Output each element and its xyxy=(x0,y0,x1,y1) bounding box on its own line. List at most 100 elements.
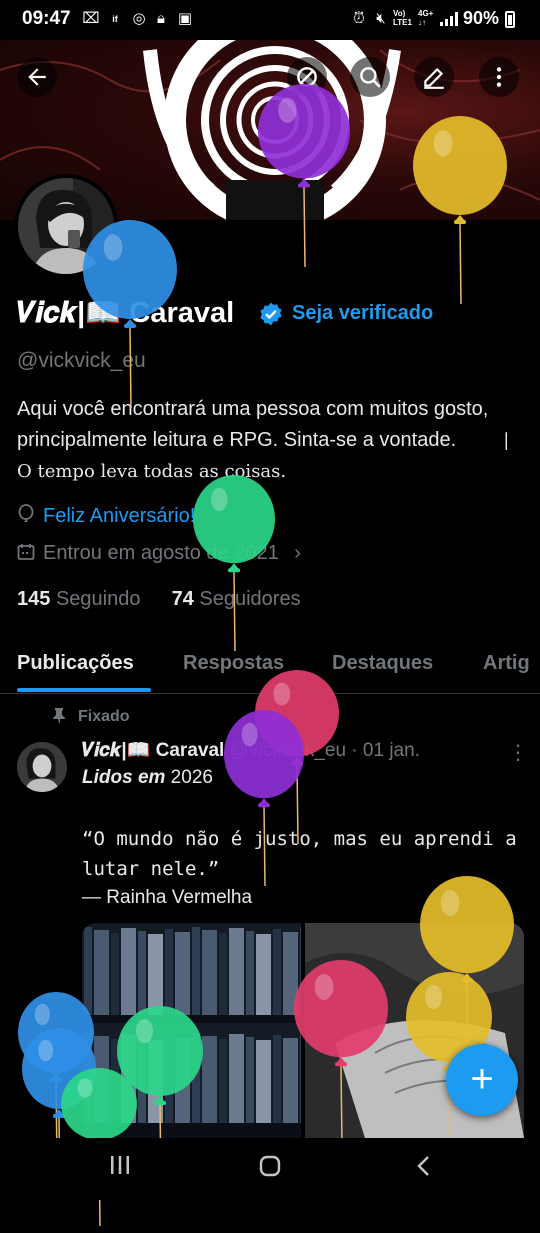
bio-text: Aqui você encontrará uma pessoa com muit… xyxy=(17,398,489,451)
following-link[interactable]: 145 Seguindo xyxy=(17,588,140,610)
get-verified-link[interactable]: Seja verificado xyxy=(292,302,433,325)
book-spine xyxy=(165,1035,173,1123)
follow-stats: 145 Seguindo 74 Seguidores xyxy=(17,588,301,611)
verified-badge-icon xyxy=(260,302,282,326)
book-spine xyxy=(229,1034,244,1123)
birthday-row[interactable]: Feliz Aniversário! xyxy=(17,504,195,528)
display-name: 𝑽𝒊𝒄𝒌|📖 Caraval xyxy=(17,297,235,329)
recent-apps-button[interactable] xyxy=(100,1154,140,1184)
android-nav-bar xyxy=(0,1138,540,1200)
book-spine xyxy=(219,1039,227,1123)
book-spine xyxy=(94,930,109,1015)
lock-icon: 🔒︎ xyxy=(157,10,165,27)
active-tab-indicator xyxy=(17,688,151,692)
back-button[interactable] xyxy=(17,57,57,97)
post-avatar-illustration xyxy=(17,742,67,792)
profile-handle: @vickvick_eu xyxy=(17,349,146,372)
book-spine xyxy=(121,1034,136,1123)
battery-percent: 90% xyxy=(463,8,500,28)
book-spine xyxy=(283,932,298,1015)
image-icon: ▣ xyxy=(177,10,193,27)
followers-label: Seguidores xyxy=(199,588,301,610)
block-button[interactable] xyxy=(287,57,327,97)
search-icon xyxy=(360,67,381,88)
book-spine xyxy=(175,932,190,1015)
tab-posts[interactable]: Publicações xyxy=(17,652,134,675)
network-type-indicator: 4G+ ↓↑ xyxy=(418,9,434,27)
profile-avatar[interactable] xyxy=(14,174,118,278)
tab-replies[interactable]: Respostas xyxy=(183,652,284,675)
home-icon xyxy=(259,1155,281,1177)
book-spine xyxy=(300,1033,301,1123)
tab-highlights[interactable]: Destaques xyxy=(332,652,433,675)
post-author-name[interactable]: 𝑽𝒊𝒄𝒌|📖 Caraval xyxy=(82,740,224,761)
book-spine xyxy=(246,931,254,1015)
book-spine xyxy=(148,1040,163,1123)
book-spine xyxy=(283,1038,298,1123)
back-icon xyxy=(417,1156,429,1176)
balloon-icon xyxy=(18,504,34,522)
post-header: 𝑽𝒊𝒄𝒌|📖 Caraval @vickvick_eu · 01 jan. xyxy=(82,738,420,762)
home-button[interactable] xyxy=(250,1154,290,1184)
book-spine xyxy=(165,929,173,1015)
tab-articles[interactable]: Artig xyxy=(483,652,530,675)
compose-post-button[interactable]: + xyxy=(446,1044,518,1116)
book-spine xyxy=(175,1038,190,1123)
arrow-left-icon xyxy=(28,68,46,86)
status-time: 09:47 xyxy=(22,8,71,29)
book-spine xyxy=(229,928,244,1015)
avatar-illustration xyxy=(18,178,114,274)
signal-icon xyxy=(440,12,458,26)
book-spine xyxy=(111,1039,119,1123)
post-more-icon[interactable]: ⋮ xyxy=(508,740,528,765)
book-spine xyxy=(256,1040,271,1123)
more-button[interactable] xyxy=(479,57,519,97)
book-spine xyxy=(94,1036,109,1123)
search-button[interactable] xyxy=(350,57,390,97)
joined-row[interactable]: Entrou em agosto de 2021 › xyxy=(17,542,301,565)
book-spine xyxy=(84,1033,92,1123)
post-quote: “O mundo não é justo, mas eu aprendi a l… xyxy=(82,828,517,880)
followers-count: 74 xyxy=(171,588,194,610)
pin-icon xyxy=(53,708,65,723)
book-spine xyxy=(219,933,227,1015)
book-spine xyxy=(202,930,217,1015)
birthday-text: Feliz Aniversário! xyxy=(43,505,196,527)
book-spine xyxy=(84,927,92,1015)
mute-icon: 🔇︎ xyxy=(376,10,386,27)
post-quote-author: — Rainha Vermelha xyxy=(82,887,253,908)
edit-button[interactable] xyxy=(414,57,454,97)
ifood-icon: if xyxy=(112,14,118,24)
status-bar: 09:47 ⌧ if ◎ 🔒︎ ▣ ⏰︎ 🔇︎ Vo) LTE1 4G+ ↓↑ 90… xyxy=(0,0,540,40)
book-spine xyxy=(256,934,271,1015)
calendar-icon xyxy=(17,544,35,560)
book-spine xyxy=(246,1037,254,1123)
book-spine xyxy=(273,1035,281,1123)
pinned-label: Fixado xyxy=(53,707,134,726)
book-spine xyxy=(138,931,146,1015)
chevron-right-icon: › xyxy=(294,542,301,564)
post-meta: @vickvick_eu · 01 jan. xyxy=(229,740,420,761)
edit-icon xyxy=(424,67,444,89)
book-spine xyxy=(121,928,136,1015)
volte-indicator: Vo) LTE1 xyxy=(393,9,412,27)
book-spine xyxy=(192,927,200,1015)
profile-bio: Aqui você encontrará uma pessoa com muit… xyxy=(17,394,517,487)
book-spine xyxy=(202,1036,217,1123)
book-spine xyxy=(300,927,301,1015)
battery-icon xyxy=(505,11,515,28)
joined-text: Entrou em agosto de 2021 xyxy=(43,542,279,564)
alarm-icon: ⏰︎ xyxy=(353,10,365,27)
more-vertical-icon xyxy=(496,67,502,87)
book-spine xyxy=(138,1037,146,1123)
following-label: Seguindo xyxy=(55,588,141,610)
post-image-bookshelf[interactable] xyxy=(82,923,301,1138)
block-icon xyxy=(297,67,317,87)
back-nav-button[interactable] xyxy=(404,1154,444,1184)
book-spine xyxy=(148,934,163,1015)
post-avatar[interactable] xyxy=(17,742,67,792)
recent-apps-icon xyxy=(111,1156,129,1174)
profile-tabs: Publicações Respostas Destaques Artig xyxy=(0,640,540,694)
post-line1: Lidos em 2026 xyxy=(82,767,213,788)
followers-link[interactable]: 74 Seguidores xyxy=(172,588,301,610)
